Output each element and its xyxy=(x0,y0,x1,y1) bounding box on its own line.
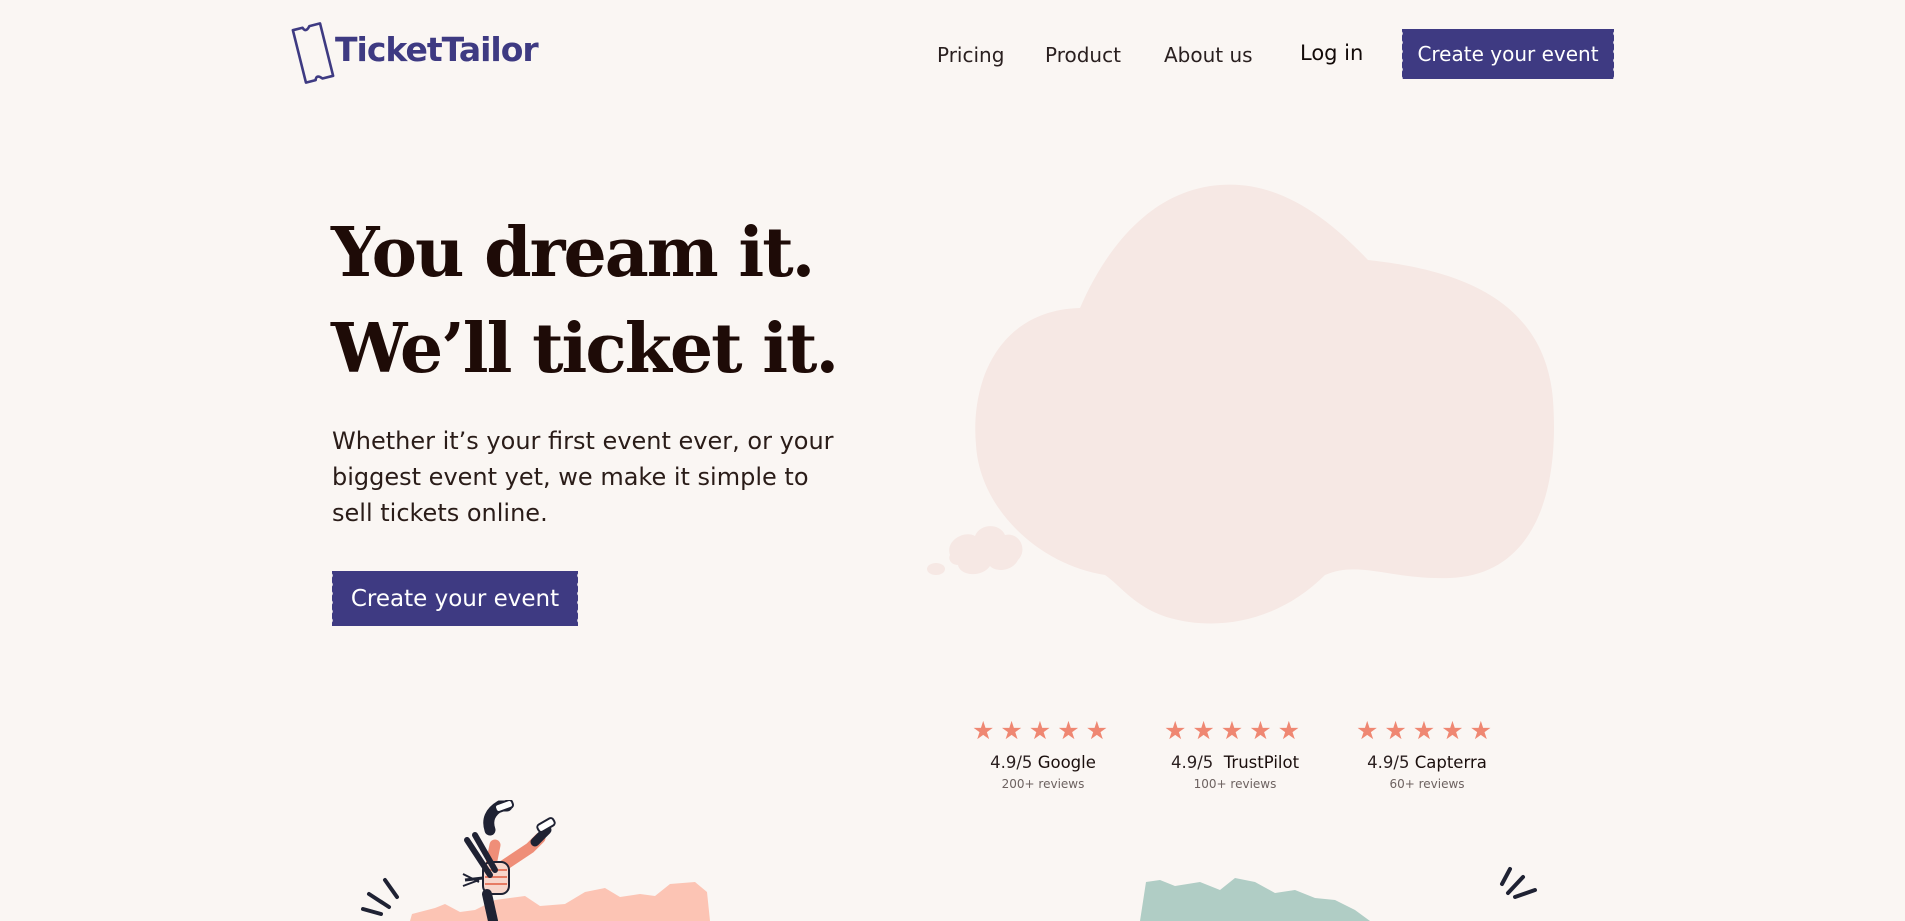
login-link[interactable]: Log in xyxy=(1300,41,1363,65)
rating-trustpilot: ★★★★★ 4.9/5 TrustPilot 100+ reviews xyxy=(1135,716,1335,791)
nav-pricing[interactable]: Pricing xyxy=(937,43,1004,67)
hero-headline: You dream it. We’ll ticket it. xyxy=(331,205,839,397)
green-hills-illustration xyxy=(1140,867,1537,921)
logo-text: TicketTailor xyxy=(335,29,539,69)
rating-source: Capterra xyxy=(1414,753,1487,772)
breakdancer-illustration xyxy=(361,800,710,921)
star-icons: ★★★★★ xyxy=(1355,716,1499,745)
hero-lede: Whether it’s your first event ever, or y… xyxy=(332,427,834,527)
hero-headline-line-1: You dream it. xyxy=(331,213,815,293)
header-create-event-button[interactable]: Create your event xyxy=(1400,29,1614,79)
rating-score-value: 4.9/5 xyxy=(990,753,1033,772)
star-icons: ★★★★★ xyxy=(1163,716,1307,745)
rating-score: 4.9/5 Google xyxy=(943,753,1143,772)
nav-about-us[interactable]: About us xyxy=(1164,43,1253,67)
rating-source: TrustPilot xyxy=(1223,753,1300,772)
star-icons: ★★★★★ xyxy=(971,716,1115,745)
logo[interactable]: TicketTailor xyxy=(287,18,539,88)
rating-score-value: 4.9/5 xyxy=(1170,753,1214,772)
rating-reviews: 200+ reviews xyxy=(1001,777,1085,791)
nav-product[interactable]: Product xyxy=(1045,43,1121,67)
rating-source: Google xyxy=(1037,753,1096,772)
rating-score: 4.9/5 Capterra xyxy=(1327,753,1527,772)
rating-reviews: 60+ reviews xyxy=(1389,777,1465,791)
ticket-logo-icon xyxy=(291,22,335,84)
rating-score: 4.9/5 TrustPilot xyxy=(1135,753,1335,772)
rating-capterra: ★★★★★ 4.9/5 Capterra 60+ reviews xyxy=(1327,716,1527,791)
rating-google: ★★★★★ 4.9/5 Google 200+ reviews xyxy=(943,716,1143,791)
rating-reviews: 100+ reviews xyxy=(1193,777,1277,791)
rating-score-value: 4.9/5 xyxy=(1367,753,1410,772)
hero-create-event-button[interactable]: Create your event xyxy=(330,571,578,626)
thought-cloud-illustration xyxy=(927,184,1554,624)
hero-headline-line-2: We’ll ticket it. xyxy=(331,309,839,389)
